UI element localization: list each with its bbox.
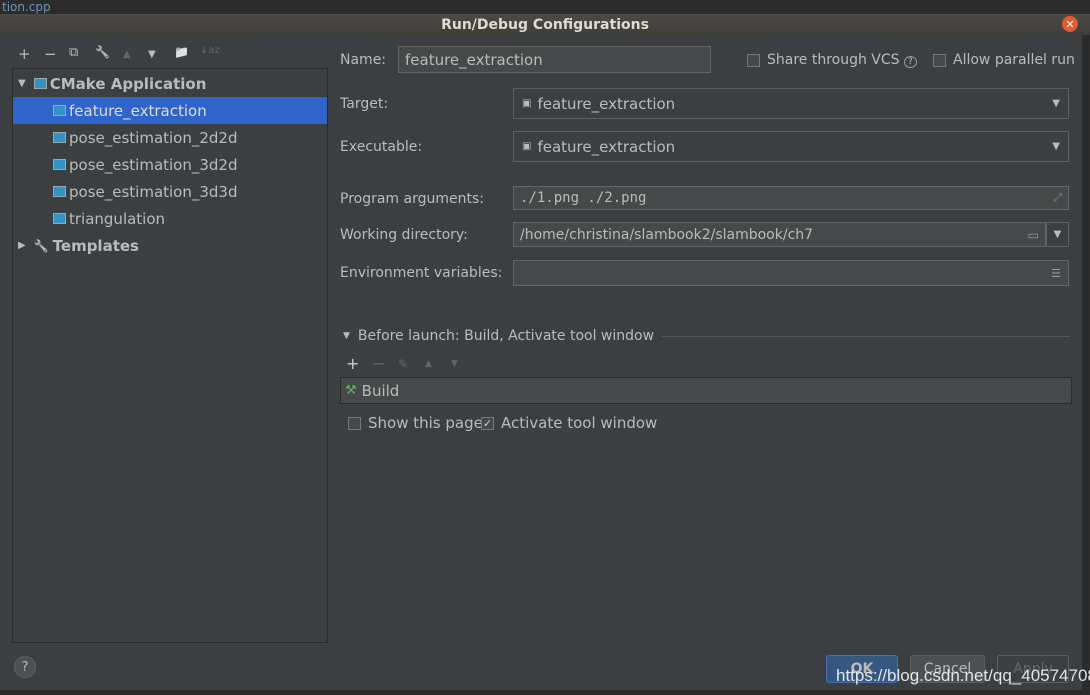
exec-icon: ▣: [522, 141, 532, 152]
tree-item[interactable]: feature_extraction: [13, 97, 327, 124]
name-label: Name:: [340, 52, 387, 68]
editor-tab-strip: tion.cpp: [0, 0, 1090, 14]
collapse-icon[interactable]: ▼: [343, 331, 350, 341]
item-label: pose_estimation_3d3d: [69, 182, 238, 201]
watermark: https://blog.csdn.net/qq_40574708: [836, 666, 1090, 685]
activate-label: Activate tool window: [501, 414, 658, 432]
task-item-build[interactable]: ⚒ Build: [340, 377, 1072, 404]
args-input[interactable]: ./1.png ./2.png ⤢: [513, 186, 1069, 210]
item-label: pose_estimation_2d2d: [69, 128, 238, 147]
config-icon: [53, 159, 66, 170]
show-page-checkbox[interactable]: Show this page: [348, 414, 483, 432]
tree-item[interactable]: pose_estimation_2d2d: [13, 124, 327, 151]
config-icon: [53, 186, 66, 197]
args-label: Program arguments:: [340, 191, 484, 207]
move-up-icon: ▲: [123, 49, 131, 60]
expand-icon[interactable]: ▼: [18, 78, 26, 89]
allow-parallel-label: Allow parallel run: [953, 52, 1075, 68]
new-folder-icon[interactable]: 📁: [174, 45, 189, 59]
help-icon[interactable]: ?: [904, 56, 917, 68]
share-vcs-label: Share through VCS: [767, 52, 900, 68]
editor-tab[interactable]: tion.cpp: [2, 0, 51, 14]
target-select[interactable]: ▣ feature_extraction ▼: [513, 88, 1069, 119]
config-icon: [53, 213, 66, 224]
close-button[interactable]: ✕: [1062, 16, 1078, 32]
add-task-icon[interactable]: +: [346, 354, 359, 373]
show-page-label: Show this page: [368, 414, 483, 432]
exec-icon: ▣: [522, 98, 532, 109]
move-up-icon: ▲: [425, 359, 432, 369]
move-down-icon: ▼: [451, 359, 458, 369]
chevron-down-icon: ▼: [1052, 141, 1060, 152]
list-icon[interactable]: ☰: [1051, 267, 1061, 280]
sort-icon: ↓az: [200, 45, 220, 56]
chevron-down-icon: ▼: [1052, 98, 1060, 109]
tree-item[interactable]: triangulation: [13, 205, 327, 232]
before-launch-header[interactable]: ▼ Before launch: Build, Activate tool win…: [343, 328, 1070, 344]
templates-label: Templates: [52, 236, 139, 255]
expand-icon[interactable]: ⤢: [1053, 191, 1062, 205]
add-icon[interactable]: +: [18, 45, 31, 63]
cmake-app-icon: [33, 78, 47, 89]
env-input[interactable]: ☰: [513, 260, 1069, 286]
workdir-label: Working directory:: [340, 227, 468, 243]
executable-value: feature_extraction: [537, 137, 676, 156]
name-input[interactable]: feature_extraction: [398, 46, 711, 73]
folder-icon[interactable]: ▭: [1028, 228, 1039, 242]
target-value: feature_extraction: [537, 94, 676, 113]
move-down-icon[interactable]: ▼: [148, 49, 156, 60]
allow-parallel-checkbox[interactable]: Allow parallel run: [933, 52, 1075, 68]
workdir-input[interactable]: /home/christina/slambook2/slambook/ch7 ▭: [513, 222, 1046, 247]
item-label: pose_estimation_3d2d: [69, 155, 238, 174]
remove-task-icon: −: [372, 354, 386, 373]
workdir-value: /home/christina/slambook2/slambook/ch7: [520, 226, 814, 243]
env-label: Environment variables:: [340, 265, 503, 281]
tree-item[interactable]: pose_estimation_3d3d: [13, 178, 327, 205]
activate-tool-window-checkbox[interactable]: ✓ Activate tool window: [481, 414, 657, 432]
remove-icon[interactable]: −: [44, 45, 57, 63]
item-label: feature_extraction: [69, 101, 207, 120]
target-label: Target:: [340, 96, 389, 112]
collapse-icon[interactable]: ▶: [18, 240, 26, 251]
wrench-icon[interactable]: 🔧: [95, 45, 110, 59]
tree-group-cmake[interactable]: ▼ CMake Application: [13, 70, 327, 97]
tree-group-templates[interactable]: ▶ 🔧 Templates: [13, 232, 327, 259]
config-tree: ▼ CMake Application feature_extraction po…: [12, 68, 328, 643]
args-value: ./1.png ./2.png: [520, 190, 647, 206]
workdir-dropdown[interactable]: ▼: [1046, 222, 1069, 247]
task-label: Build: [361, 381, 400, 400]
group-label: CMake Application: [49, 74, 207, 93]
hammer-icon: ⚒: [345, 383, 357, 398]
edit-task-icon: ✎: [398, 357, 409, 371]
window-title: Run/Debug Configurations: [441, 16, 649, 33]
share-vcs-checkbox[interactable]: Share through VCS ?: [747, 52, 917, 68]
executable-select[interactable]: ▣ feature_extraction ▼: [513, 131, 1069, 162]
tree-item[interactable]: pose_estimation_3d2d: [13, 151, 327, 178]
item-label: triangulation: [69, 209, 166, 228]
title-bar: Run/Debug Configurations: [0, 14, 1090, 35]
copy-icon[interactable]: ⧉: [69, 45, 78, 60]
help-button[interactable]: ?: [14, 656, 36, 678]
wrench-icon: 🔧: [33, 238, 49, 253]
executable-label: Executable:: [340, 139, 423, 155]
before-launch-title: Before launch: Build, Activate tool wind…: [357, 328, 655, 344]
config-icon: [53, 132, 66, 143]
config-icon: [53, 105, 66, 116]
